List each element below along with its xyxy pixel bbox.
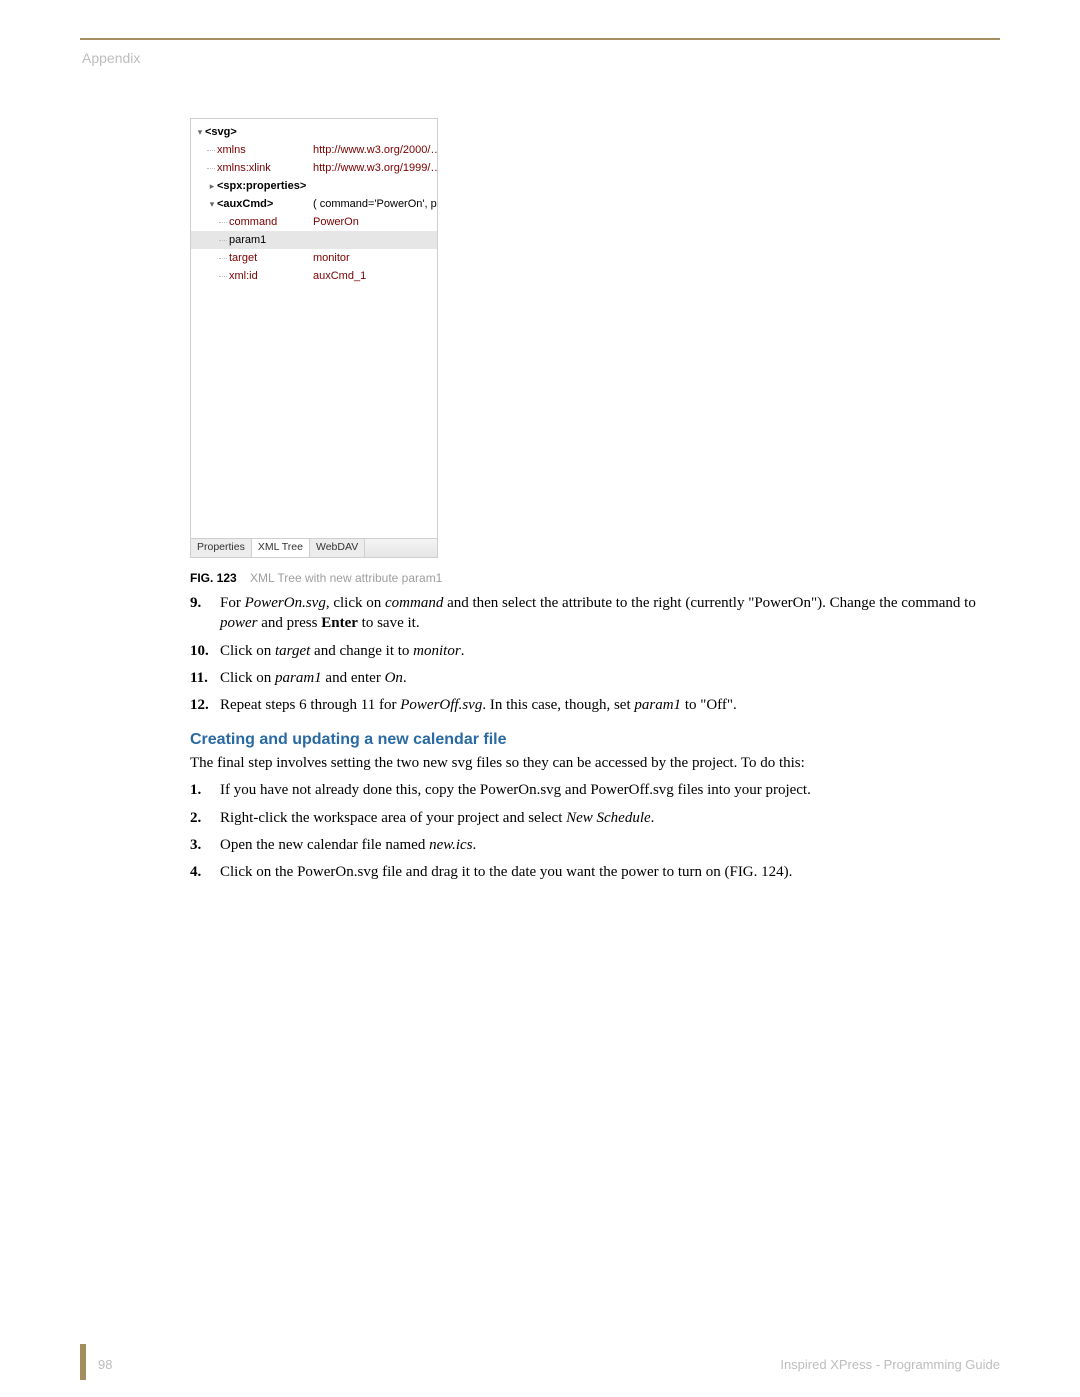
list-item: 10.Click on target and change it to moni… <box>190 641 1000 661</box>
tree-value: auxCmd_1 <box>313 270 366 282</box>
list-item-number: 9. <box>190 593 220 634</box>
list-item: 3.Open the new calendar file named new.i… <box>190 835 1000 855</box>
tree-key: target <box>229 252 257 264</box>
list-item: 11.Click on param1 and enter On. <box>190 668 1000 688</box>
panel-tabs: Properties XML Tree WebDAV <box>191 539 437 557</box>
chevron-down-icon[interactable]: ▾ <box>195 127 205 138</box>
tree-key: xml:id <box>229 270 258 282</box>
tree-key: command <box>229 216 277 228</box>
list-item-number: 2. <box>190 808 220 828</box>
tree-connector-icon <box>219 276 227 277</box>
footer-title: Inspired XPress - Programming Guide <box>780 1357 1000 1372</box>
section-intro: The final step involves setting the two … <box>190 755 1000 772</box>
tab-webdav[interactable]: WebDAV <box>310 539 365 557</box>
chevron-right-icon[interactable]: ▸ <box>207 181 217 192</box>
tab-xml-tree[interactable]: XML Tree <box>252 538 310 557</box>
list-item-text: For PowerOn.svg, click on command and th… <box>220 593 1000 634</box>
tree-value: http://www.w3.org/2000/… <box>313 144 437 156</box>
list-item-number: 4. <box>190 862 220 882</box>
list-item-text: Open the new calendar file named new.ics… <box>220 835 1000 855</box>
xml-tree-panel: ▾ <svg> xmlns http://www.w3.org/2000/ <box>190 118 438 558</box>
list-item-text: Click on target and change it to monitor… <box>220 641 1000 661</box>
tree-key: xmlns:xlink <box>217 162 271 174</box>
tree-connector-icon <box>219 222 227 223</box>
tree-connector-icon <box>207 168 215 169</box>
list-item: 4.Click on the PowerOn.svg file and drag… <box>190 862 1000 882</box>
list-item-text: Click on the PowerOn.svg file and drag i… <box>220 862 1000 882</box>
instruction-list: 1.If you have not already done this, cop… <box>190 780 1000 882</box>
tree-connector-icon <box>207 150 215 151</box>
tree-root[interactable]: ▾ <svg> <box>191 123 437 141</box>
tree-value: monitor <box>313 252 350 264</box>
tree-row[interactable]: target monitor <box>191 249 437 267</box>
chevron-down-icon[interactable]: ▾ <box>207 199 217 210</box>
tree-row[interactable]: xmlns http://www.w3.org/2000/… <box>191 141 437 159</box>
section-heading: Creating and updating a new calendar fil… <box>190 731 1000 749</box>
tree-value: http://www.w3.org/1999/… <box>313 162 437 174</box>
list-item: 2.Right-click the workspace area of your… <box>190 808 1000 828</box>
tree-key: <spx:properties> <box>217 180 306 192</box>
tree-key: xmlns <box>217 144 246 156</box>
list-item-number: 12. <box>190 695 220 715</box>
tree-connector-icon <box>219 240 227 241</box>
figure-number: FIG. 123 <box>190 571 237 585</box>
list-item-number: 10. <box>190 641 220 661</box>
list-item-text: If you have not already done this, copy … <box>220 780 1000 800</box>
list-item-number: 1. <box>190 780 220 800</box>
tree-value: ( command='PowerOn', p … <box>313 198 437 210</box>
list-item: 9.For PowerOn.svg, click on command and … <box>190 593 1000 634</box>
tree-key: <svg> <box>205 126 237 138</box>
tree-key: param1 <box>229 234 266 246</box>
list-item-number: 3. <box>190 835 220 855</box>
xml-tree: ▾ <svg> xmlns http://www.w3.org/2000/ <box>191 119 437 539</box>
page-number: 98 <box>98 1357 112 1372</box>
list-item-text: Right-click the workspace area of your p… <box>220 808 1000 828</box>
list-item: 1.If you have not already done this, cop… <box>190 780 1000 800</box>
tree-row[interactable]: ▸ <spx:properties> <box>191 177 437 195</box>
instruction-list: 9.For PowerOn.svg, click on command and … <box>190 593 1000 715</box>
tree-connector-icon <box>219 258 227 259</box>
tree-row[interactable]: ▾ <auxCmd> ( command='PowerOn', p … <box>191 195 437 213</box>
list-item-text: Click on param1 and enter On. <box>220 668 1000 688</box>
tree-key: <auxCmd> <box>217 198 273 210</box>
figure-caption-text: XML Tree with new attribute param1 <box>250 571 442 585</box>
tree-value: PowerOn <box>313 216 359 228</box>
top-rule <box>80 38 1000 40</box>
tree-row[interactable]: xml:id auxCmd_1 <box>191 267 437 285</box>
tree-row-selected[interactable]: param1 <box>191 231 437 249</box>
header-section-label: Appendix <box>82 50 1000 66</box>
footer-accent <box>80 1344 86 1380</box>
figure-caption: FIG. 123 XML Tree with new attribute par… <box>190 571 1000 585</box>
tab-properties[interactable]: Properties <box>191 539 252 557</box>
list-item-text: Repeat steps 6 through 11 for PowerOff.s… <box>220 695 1000 715</box>
tree-row[interactable]: xmlns:xlink http://www.w3.org/1999/… <box>191 159 437 177</box>
tree-row[interactable]: command PowerOn <box>191 213 437 231</box>
list-item-number: 11. <box>190 668 220 688</box>
list-item: 12.Repeat steps 6 through 11 for PowerOf… <box>190 695 1000 715</box>
